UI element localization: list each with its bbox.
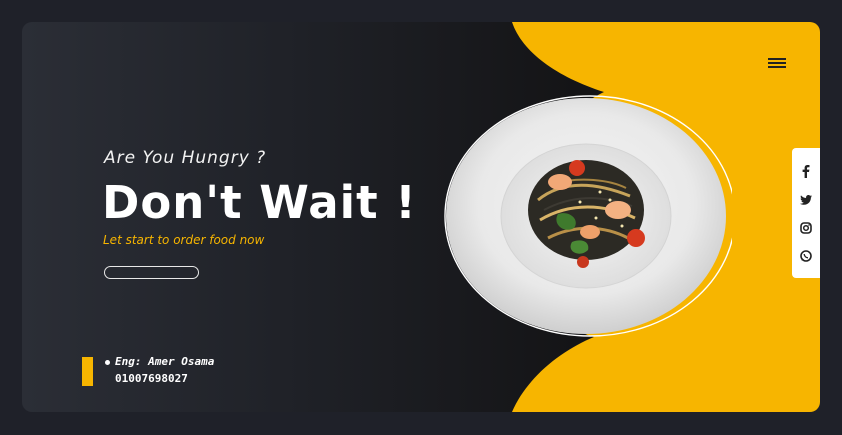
hamburger-menu-icon[interactable] bbox=[768, 56, 786, 70]
social-links-bar bbox=[792, 148, 820, 278]
hero-headline: Don't Wait ! bbox=[102, 176, 417, 229]
author-credit: Eng: Amer Osama bbox=[105, 355, 214, 368]
menu-line bbox=[768, 66, 786, 68]
pasta-dish-illustration bbox=[444, 95, 736, 337]
footer-accent-bar bbox=[82, 357, 93, 386]
twitter-icon[interactable] bbox=[799, 193, 813, 207]
order-now-button[interactable] bbox=[104, 266, 199, 279]
menu-line bbox=[768, 62, 786, 64]
bullet-dot bbox=[105, 359, 110, 365]
instagram-icon[interactable] bbox=[799, 221, 813, 235]
hero-subline: Let start to order food now bbox=[103, 233, 265, 247]
hero-card: Are You Hungry ? Don't Wait ! Let start … bbox=[22, 22, 820, 412]
hero-eyebrow: Are You Hungry ? bbox=[104, 148, 267, 168]
menu-line bbox=[768, 58, 786, 60]
author-phone: 01007698027 bbox=[115, 372, 188, 385]
facebook-icon[interactable] bbox=[799, 164, 813, 178]
author-name: Eng: Amer Osama bbox=[115, 355, 215, 368]
whatsapp-icon[interactable] bbox=[799, 249, 813, 263]
food-plate-image bbox=[440, 92, 736, 340]
